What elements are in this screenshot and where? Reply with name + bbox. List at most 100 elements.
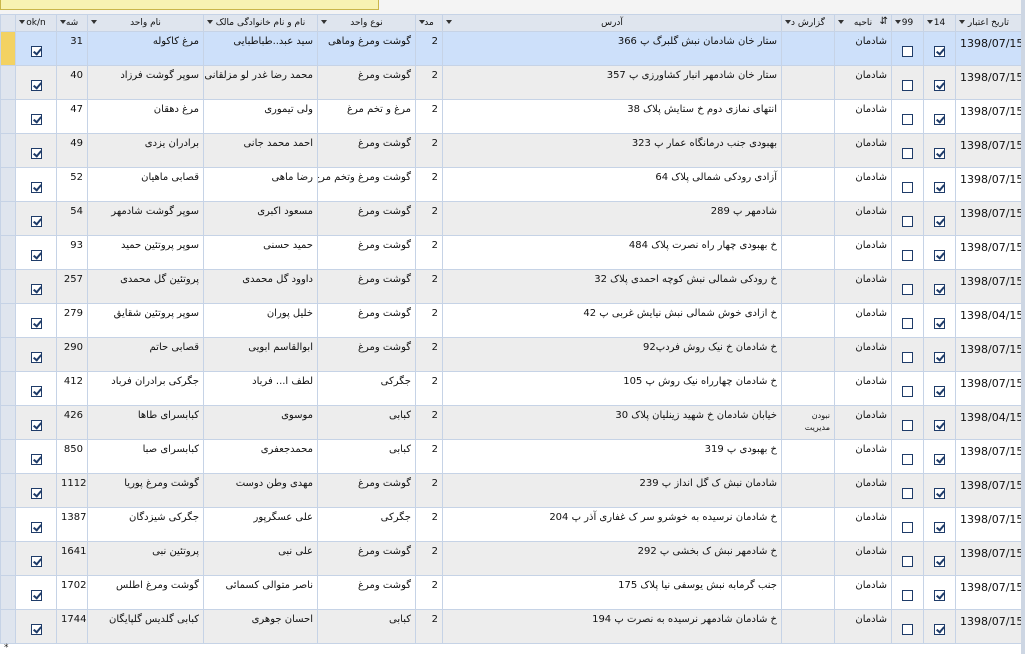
checkbox[interactable] xyxy=(30,284,42,295)
c14-checkbox-cell[interactable] xyxy=(923,337,956,372)
owner-cell[interactable]: احسان جوهری xyxy=(203,609,318,644)
owner-cell[interactable]: ناصر متوالی کسمائی xyxy=(203,575,318,610)
unit-type-cell[interactable]: جگرکی xyxy=(317,507,416,542)
ok-checkbox-cell[interactable] xyxy=(15,133,57,168)
report-cell[interactable] xyxy=(781,473,835,508)
number-cell[interactable]: 31 xyxy=(56,31,88,66)
district-cell[interactable]: شادمان xyxy=(834,473,892,508)
checkbox[interactable] xyxy=(934,420,945,431)
address-cell[interactable]: خیابان شادمان خ شهید زینلیان پلاک 30 xyxy=(442,405,782,440)
record-selector[interactable] xyxy=(0,473,16,508)
c99-checkbox-cell[interactable] xyxy=(891,337,924,372)
address-cell[interactable]: خ بهبودی پ 319 xyxy=(442,439,782,474)
unit-name-cell[interactable]: گوشت ومرغ اطلس xyxy=(87,575,204,610)
checkbox[interactable] xyxy=(934,352,945,363)
unit-type-cell[interactable]: کبابی xyxy=(317,405,416,440)
dropdown-arrow-icon[interactable] xyxy=(895,20,901,24)
checkbox[interactable] xyxy=(934,522,945,533)
c14-checkbox-cell[interactable] xyxy=(923,609,956,644)
record-selector[interactable] xyxy=(0,99,16,134)
owner-cell[interactable]: محمد رضا غدر لو مزلقانی xyxy=(203,65,318,100)
owner-cell[interactable]: ولی تیموری xyxy=(203,99,318,134)
ok-checkbox-cell[interactable] xyxy=(15,337,57,372)
checkbox[interactable] xyxy=(30,114,42,125)
district-cell[interactable]: شادمان xyxy=(834,337,892,372)
dropdown-arrow-icon[interactable] xyxy=(19,20,25,24)
unit-type-cell[interactable]: گوشت ومرغ xyxy=(317,473,416,508)
ok-checkbox-cell[interactable] xyxy=(15,31,57,66)
record-selector[interactable] xyxy=(0,575,16,610)
code-cell[interactable]: 2 xyxy=(415,371,443,406)
checkbox[interactable] xyxy=(902,148,913,159)
checkbox[interactable] xyxy=(934,454,945,465)
column-header-address[interactable]: آدرس xyxy=(442,14,782,32)
checkbox[interactable] xyxy=(902,46,913,57)
table-row[interactable]: 54 سوپر گوشت شادمهر مسعود اکبری گوشت ومرغ 2 ش… xyxy=(0,201,1022,236)
c14-checkbox-cell[interactable] xyxy=(923,201,956,236)
checkbox[interactable] xyxy=(30,148,42,159)
c99-checkbox-cell[interactable] xyxy=(891,541,924,576)
ok-checkbox-cell[interactable] xyxy=(15,507,57,542)
date-cell[interactable]: 1398/07/15 xyxy=(955,65,1022,100)
report-cell[interactable] xyxy=(781,65,835,100)
unit-name-cell[interactable]: سوپر گوشت شادمهر xyxy=(87,201,204,236)
table-row[interactable]: 52 قصابی ماهیان رضا ماهی گوشت ومرغ وتخم مرغ… xyxy=(0,167,1022,202)
date-cell[interactable]: 1398/07/15 xyxy=(955,371,1022,406)
number-cell[interactable]: 47 xyxy=(56,99,88,134)
table-row[interactable]: 1702 گوشت ومرغ اطلس ناصر متوالی کسمائی گوشت… xyxy=(0,575,1022,610)
date-cell[interactable]: 1398/07/15 xyxy=(955,541,1022,576)
unit-name-cell[interactable]: پروتئین گل محمدی xyxy=(87,269,204,304)
dropdown-arrow-icon[interactable] xyxy=(91,20,97,24)
checkbox[interactable] xyxy=(902,250,913,261)
report-cell[interactable] xyxy=(781,337,835,372)
unit-name-cell[interactable]: سوپر پروتئین حمید xyxy=(87,235,204,270)
column-header-99[interactable]: 99 xyxy=(891,14,924,32)
code-cell[interactable]: 2 xyxy=(415,65,443,100)
dropdown-arrow-icon[interactable] xyxy=(60,20,66,24)
c99-checkbox-cell[interactable] xyxy=(891,439,924,474)
unit-type-cell[interactable]: گوشت ومرغ xyxy=(317,337,416,372)
owner-cell[interactable]: مسعود اکبری xyxy=(203,201,318,236)
checkbox[interactable] xyxy=(30,318,42,329)
unit-type-cell[interactable]: گوشت ومرغ وماهی xyxy=(317,31,416,66)
checkbox[interactable] xyxy=(30,590,42,601)
c14-checkbox-cell[interactable] xyxy=(923,269,956,304)
unit-name-cell[interactable]: برادران یزدی xyxy=(87,133,204,168)
checkbox[interactable] xyxy=(30,250,42,261)
number-cell[interactable]: 1744 xyxy=(56,609,88,644)
column-header-14[interactable]: 14 xyxy=(923,14,956,32)
number-cell[interactable]: 850 xyxy=(56,439,88,474)
c99-checkbox-cell[interactable] xyxy=(891,269,924,304)
ok-checkbox-cell[interactable] xyxy=(15,473,57,508)
report-cell[interactable] xyxy=(781,439,835,474)
checkbox[interactable] xyxy=(934,250,945,261)
ok-checkbox-cell[interactable] xyxy=(15,269,57,304)
column-header-report[interactable]: گزارش د xyxy=(781,14,835,32)
report-cell[interactable] xyxy=(781,269,835,304)
code-cell[interactable]: 2 xyxy=(415,439,443,474)
date-cell[interactable]: 1398/07/15 xyxy=(955,133,1022,168)
record-selector[interactable] xyxy=(0,507,16,542)
address-cell[interactable]: شادمان نبش ک گل انداز پ 239 xyxy=(442,473,782,508)
c99-checkbox-cell[interactable] xyxy=(891,201,924,236)
checkbox[interactable] xyxy=(934,216,945,227)
record-selector[interactable] xyxy=(0,65,16,100)
record-selector[interactable] xyxy=(0,371,16,406)
code-cell[interactable]: 2 xyxy=(415,473,443,508)
c14-checkbox-cell[interactable] xyxy=(923,65,956,100)
ok-checkbox-cell[interactable] xyxy=(15,575,57,610)
c99-checkbox-cell[interactable] xyxy=(891,99,924,134)
c14-checkbox-cell[interactable] xyxy=(923,575,956,610)
report-cell[interactable] xyxy=(781,541,835,576)
record-selector[interactable] xyxy=(0,133,16,168)
owner-cell[interactable]: حمید حسنی xyxy=(203,235,318,270)
c14-checkbox-cell[interactable] xyxy=(923,439,956,474)
table-row[interactable]: 426 کبابسرای طاها موسوی کبابی 2 خیابان شادمان… xyxy=(0,405,1022,440)
table-row[interactable]: 1744 کبابی گلدیس گلپایگان احسان جوهری کبابی… xyxy=(0,609,1022,644)
c99-checkbox-cell[interactable] xyxy=(891,473,924,508)
district-cell[interactable]: شادمان xyxy=(834,167,892,202)
column-header-number[interactable]: شه xyxy=(56,14,88,32)
checkbox[interactable] xyxy=(902,114,913,125)
owner-cell[interactable]: داوود گل محمدی xyxy=(203,269,318,304)
record-selector[interactable] xyxy=(0,439,16,474)
